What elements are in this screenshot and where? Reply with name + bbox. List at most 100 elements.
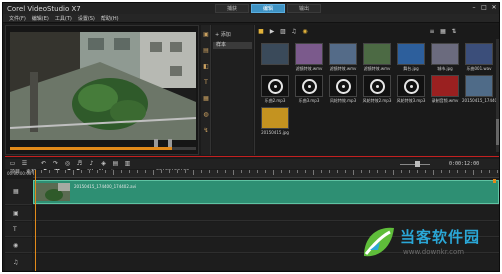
title-icon[interactable]: T — [202, 79, 210, 87]
media-thumbnail[interactable] — [431, 75, 459, 97]
ruler-tick — [273, 170, 274, 175]
music-track-header[interactable]: ♫ — [5, 254, 32, 271]
sound-mixer-icon[interactable]: ♬ — [75, 160, 84, 168]
transition-icon[interactable]: ◧ — [202, 63, 210, 71]
audio-thumbnail[interactable] — [397, 75, 425, 97]
show-photo-icon[interactable]: ▨ — [279, 28, 287, 36]
thumbnail-view-icon[interactable]: ▦ — [439, 28, 447, 36]
show-video-icon[interactable]: ▶ — [268, 28, 276, 36]
scrubber-bar[interactable] — [10, 147, 196, 150]
overlay-track-header[interactable]: ▣ — [5, 206, 32, 221]
filter-icon[interactable]: ◍ — [202, 111, 210, 119]
overlay-track[interactable] — [33, 206, 499, 221]
motion-tracking-icon[interactable]: ◈ — [99, 160, 108, 168]
ruler-tick — [257, 170, 258, 173]
thumbnail-label: 20150415_174400.jpg — [462, 98, 496, 103]
thumbnail-label: 风轮特效2.mp3 — [362, 98, 392, 103]
audio-disc-icon — [336, 79, 351, 94]
close-icon[interactable]: ✕ — [490, 4, 498, 12]
trim-start-marker[interactable] — [154, 139, 158, 147]
record-capture-icon[interactable]: ◎ — [63, 160, 72, 168]
audio-thumbnail[interactable] — [363, 75, 391, 97]
thumbnail-label: 乐曲3.mp3 — [298, 98, 320, 103]
ruler-tick — [409, 170, 410, 173]
ruler-tick — [481, 170, 482, 173]
timeline-toolbar: ▭ ☰ ↶ ↷ ◎ ♬ ♪ ◈ ▤ ▥ 0:00:12:00 — [5, 159, 499, 169]
media-thumbnail[interactable] — [363, 43, 391, 65]
trim-end-marker[interactable] — [168, 139, 172, 147]
ruler-tick — [393, 170, 394, 175]
video-track-header[interactable]: ▦ — [5, 179, 32, 205]
ruler-tick — [161, 170, 162, 173]
import-folder-icon[interactable]: ■ — [257, 28, 265, 36]
library-scrollbar[interactable] — [496, 39, 499, 152]
timeline-playhead[interactable] — [35, 170, 36, 271]
panel-divider[interactable] — [5, 156, 499, 157]
tab-edit[interactable]: 编辑 — [251, 4, 285, 13]
zoom-slider-knob[interactable] — [415, 161, 420, 167]
voice-track-header[interactable]: ◉ — [5, 238, 32, 253]
watermark-url: www.downkr.com — [403, 248, 465, 256]
menu-tools[interactable]: 工具(T) — [55, 15, 72, 22]
title-track-header[interactable]: T — [5, 222, 32, 237]
audio-disc-icon — [268, 79, 283, 94]
ruler-tick — [209, 170, 210, 173]
maximize-icon[interactable]: □ — [480, 4, 488, 12]
graphic-icon[interactable]: ▦ — [202, 95, 210, 103]
media-thumbnail[interactable] — [261, 107, 289, 129]
audio-disc-icon — [370, 79, 385, 94]
watermark-logo: 当客软件园 www.downkr.com — [360, 224, 500, 264]
add-folder-button[interactable]: + 添加 — [215, 31, 231, 38]
subtitle-editor-icon[interactable]: ▤ — [111, 160, 120, 168]
ruler-tick — [49, 170, 50, 173]
ruler-tick — [233, 170, 234, 175]
sort-icon[interactable]: ⇅ — [450, 28, 458, 36]
ruler-tick — [185, 170, 186, 173]
media-thumbnail[interactable] — [329, 43, 357, 65]
ruler-tick — [345, 170, 346, 173]
ruler-tick — [201, 170, 202, 173]
media-thumbnail[interactable] — [397, 43, 425, 65]
instant-project-icon[interactable]: ▤ — [202, 47, 210, 55]
menu-settings[interactable]: 设置(S) — [78, 15, 95, 22]
thumbnail-label: 风轮特效.mp3 — [329, 98, 357, 103]
library-scrollbar-thumb[interactable] — [496, 119, 499, 145]
timeline-view-icon[interactable]: ☰ — [20, 160, 29, 168]
ruler-tick — [297, 170, 298, 173]
voice-track-icon: ◉ — [13, 242, 19, 249]
thumbnail-label: 滤镜特效.wmv — [295, 66, 323, 71]
media-thumbnail[interactable] — [431, 43, 459, 65]
auto-music-icon[interactable]: ♪ — [87, 160, 96, 168]
menu-edit[interactable]: 编辑(E) — [32, 15, 49, 22]
audio-thumbnail[interactable] — [261, 75, 289, 97]
timeline-ruler[interactable] — [33, 170, 499, 178]
import-media-icon[interactable]: ◉ — [301, 28, 309, 36]
undo-icon[interactable]: ↶ — [39, 160, 48, 168]
media-icon[interactable]: ▣ — [202, 31, 210, 39]
folder-item-samples[interactable]: 样本 — [213, 42, 252, 49]
video-clip[interactable]: 20150415_174400_174402.avi — [33, 180, 499, 204]
media-thumbnail[interactable] — [465, 43, 493, 65]
audio-thumbnail[interactable] — [329, 75, 357, 97]
audio-thumbnail[interactable] — [295, 75, 323, 97]
ruler-tick — [129, 170, 130, 173]
menu-file[interactable]: 文件(F) — [9, 15, 26, 22]
storyboard-view-icon[interactable]: ▭ — [8, 160, 17, 168]
redo-icon[interactable]: ↷ — [51, 160, 60, 168]
media-thumbnail[interactable] — [295, 43, 323, 65]
media-thumbnail[interactable] — [465, 75, 493, 97]
path-icon[interactable]: ↯ — [202, 127, 210, 135]
ruler-tick — [417, 170, 418, 173]
multi-camera-icon[interactable]: ▥ — [123, 160, 132, 168]
list-view-icon[interactable]: ≡ — [428, 28, 436, 36]
minimize-icon[interactable]: – — [470, 4, 478, 12]
tab-share[interactable]: 输出 — [287, 4, 321, 13]
menu-help[interactable]: 帮助(H) — [101, 15, 119, 22]
ruler-tick — [425, 170, 426, 173]
tab-capture[interactable]: 捕获 — [215, 4, 249, 13]
window-controls: – □ ✕ — [468, 4, 498, 12]
video-preview[interactable] — [10, 32, 196, 140]
show-audio-icon[interactable]: ♫ — [290, 28, 298, 36]
media-thumbnail[interactable] — [261, 43, 289, 65]
ruler-tick — [441, 170, 442, 173]
